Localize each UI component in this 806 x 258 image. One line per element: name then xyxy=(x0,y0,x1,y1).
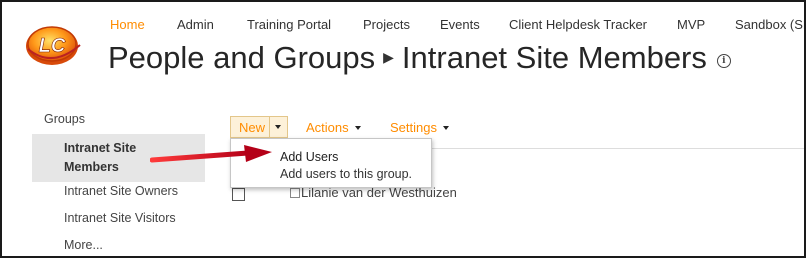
annotation-arrow-icon xyxy=(150,145,272,163)
chevron-down-icon xyxy=(354,126,361,130)
sidebar-item-more[interactable]: More... xyxy=(64,238,103,252)
add-users-description: Add users to this group. xyxy=(280,167,413,181)
nav-projects[interactable]: Projects xyxy=(363,17,410,32)
breadcrumb-page: Intranet Site Members xyxy=(401,40,707,75)
button-divider xyxy=(269,117,270,137)
new-label: New xyxy=(239,120,266,135)
add-users-menu-item[interactable]: Add Users xyxy=(280,150,338,164)
logo-text: LC xyxy=(39,35,66,57)
sidebar-item-intranet-site-visitors[interactable]: Intranet Site Visitors xyxy=(64,211,176,225)
nav-mvp[interactable]: MVP xyxy=(677,17,705,32)
nav-events[interactable]: Events xyxy=(440,17,480,32)
site-logo[interactable]: LC xyxy=(22,19,86,69)
breadcrumb-separator-icon: ▶ xyxy=(383,49,394,65)
row-select-checkbox[interactable] xyxy=(290,188,300,198)
groups-heading[interactable]: Groups xyxy=(44,112,85,126)
nav-admin[interactable]: Admin xyxy=(177,17,214,32)
nav-sandbox[interactable]: Sandbox (SP xyxy=(735,17,804,32)
select-all-checkbox[interactable] xyxy=(232,188,245,201)
nav-client-helpdesk-tracker[interactable]: Client Helpdesk Tracker xyxy=(509,17,647,32)
sidebar-item-label: Intranet Site Members xyxy=(64,141,137,174)
breadcrumb-section[interactable]: People and Groups xyxy=(108,40,375,75)
settings-label: Settings xyxy=(390,120,437,135)
nav-training-portal[interactable]: Training Portal xyxy=(247,17,331,32)
new-menu-button[interactable]: New xyxy=(230,116,288,138)
actions-label: Actions xyxy=(306,120,349,135)
chevron-down-icon[interactable] xyxy=(275,125,281,129)
actions-menu[interactable]: Actions xyxy=(306,120,361,135)
chevron-down-icon xyxy=(442,126,449,130)
settings-menu[interactable]: Settings xyxy=(390,120,449,135)
info-icon[interactable]: i xyxy=(716,54,731,68)
sharepoint-window: LC Home Admin Training Portal Projects E… xyxy=(0,0,806,258)
sidebar-item-intranet-site-owners[interactable]: Intranet Site Owners xyxy=(64,184,178,198)
nav-home[interactable]: Home xyxy=(110,17,145,32)
page-title: People and Groups ▶ Intranet Site Members i xyxy=(108,40,731,76)
